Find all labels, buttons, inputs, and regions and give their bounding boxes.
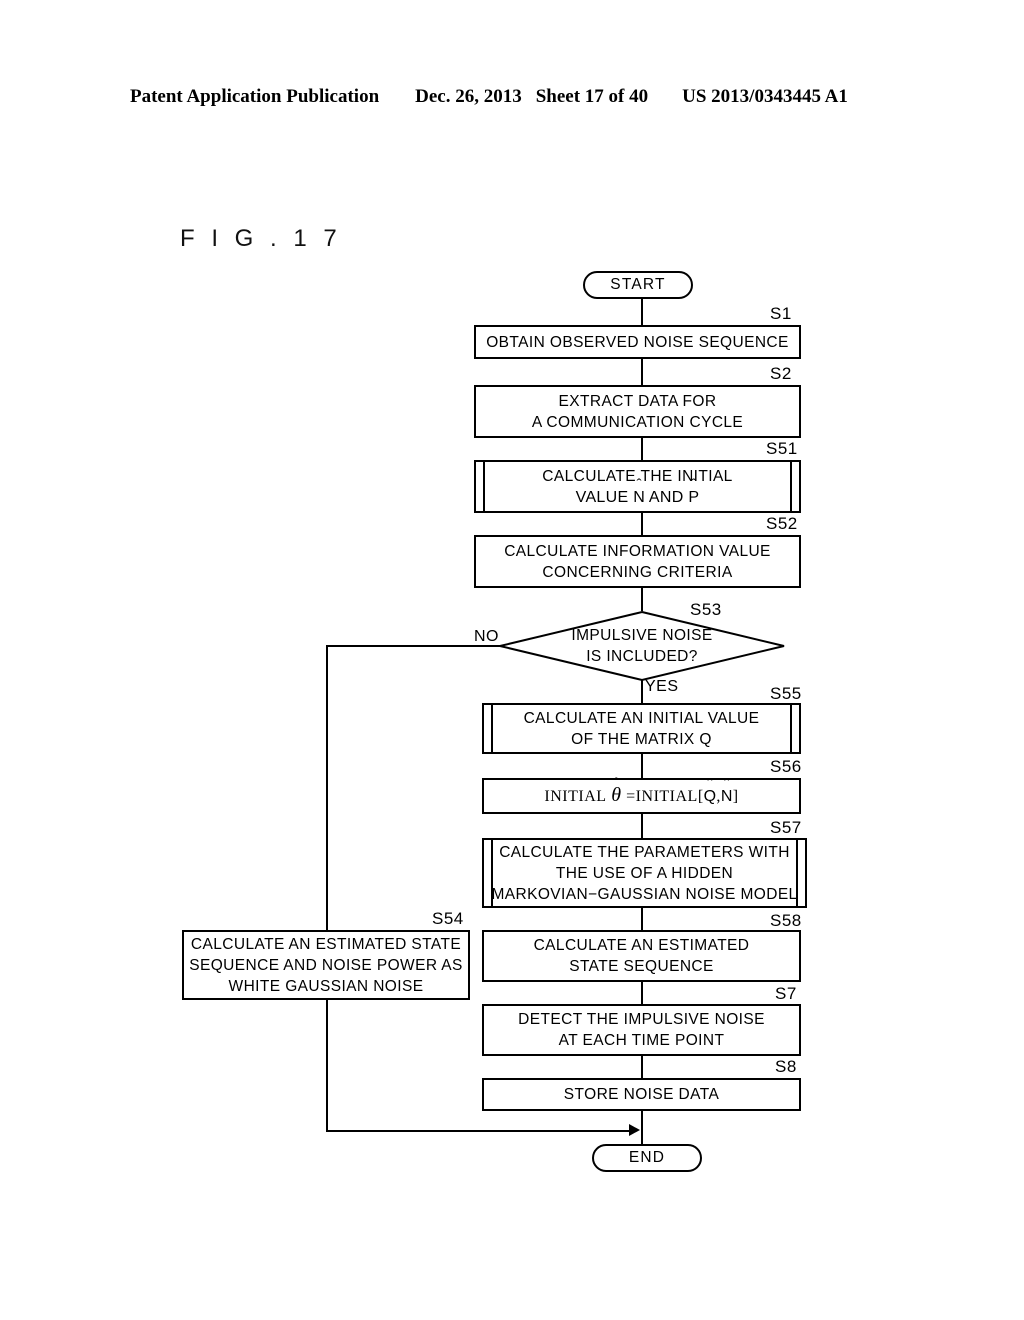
node-s57-line-2: THE USE OF A HIDDEN — [555, 864, 734, 882]
node-s57-line-1: CALCULATE THE PARAMETERS WITH — [499, 843, 790, 861]
connector-s52-to-s53 — [641, 588, 643, 611]
flowchart-node-s1: OBTAIN OBSERVED NOISE SEQUENCE — [474, 325, 801, 359]
node-s54-line-3: WHITE GAUSSIAN NOISE — [228, 977, 424, 995]
node-s2-line-1: EXTRACT DATA FOR — [558, 392, 717, 410]
step-tag-s55: S55 — [770, 684, 802, 703]
start-label: START — [610, 276, 666, 293]
flowchart-node-s53: IMPULSIVE NOISE IS INCLUDED? — [498, 610, 786, 682]
branch-label-no: NO — [474, 628, 499, 645]
node-s58-line-2: STATE SEQUENCE — [569, 958, 714, 975]
connector-s54-return-horizontal — [326, 1130, 632, 1132]
connector-start-to-s1 — [641, 299, 643, 325]
step-tag-s1: S1 — [770, 304, 792, 323]
node-s53-line-2: IS INCLUDED? — [586, 648, 698, 665]
node-s55-line-1: CALCULATE AN INITIAL VALUE — [523, 709, 760, 727]
connector-s1-to-s2 — [641, 359, 643, 385]
node-s51-line-1: CALCULATE THE INITIAL — [542, 467, 733, 485]
connector-s7-to-s8 — [641, 1056, 643, 1079]
flowchart-node-s52: CALCULATE INFORMATION VALUE CONCERNING C… — [474, 535, 801, 588]
end-label: END — [628, 1149, 666, 1166]
patent-figure-page: Patent Application Publication Dec. 26, 2… — [0, 0, 1024, 1320]
flowchart-node-s2: EXTRACT DATA FOR A COMMUNICATION CYCLE — [474, 385, 801, 438]
connector-yes-to-s55 — [641, 680, 643, 703]
flowchart-node-s54: CALCULATE AN ESTIMATED STATE SEQUENCE AN… — [182, 930, 470, 1000]
flowchart-node-s51: CALCULATE THE INITIAL VALUE ̂ N AND ̂ P — [474, 460, 801, 513]
header-date: Dec. 26, 2013 — [415, 86, 522, 107]
node-s7-line-1: DETECT THE IMPULSIVE NOISE — [518, 1011, 765, 1028]
node-s1-line-1: OBTAIN OBSERVED NOISE SEQUENCE — [486, 333, 789, 351]
step-tag-s2: S2 — [770, 364, 792, 383]
flowchart-end-terminator: END — [592, 1144, 702, 1172]
connector-s56-to-s57 — [641, 814, 643, 838]
node-s8-line-1: STORE NOISE DATA — [563, 1086, 720, 1103]
flowchart-node-s55: CALCULATE AN INITIAL VALUE OF THE MATRIX… — [482, 703, 801, 754]
header-sheet: Sheet 17 of 40 — [535, 86, 649, 107]
flowchart-node-s57: CALCULATE THE PARAMETERS WITH THE USE OF… — [482, 838, 807, 908]
connector-s8-to-end — [641, 1111, 643, 1144]
step-tag-s51: S51 — [766, 439, 798, 458]
step-tag-s54: S54 — [432, 909, 464, 928]
node-s54-line-2: SEQUENCE AND NOISE POWER AS — [189, 956, 463, 974]
step-tag-s8: S8 — [775, 1057, 797, 1076]
flowchart-start-terminator: START — [583, 271, 693, 299]
connector-no-vertical-down — [326, 645, 328, 932]
connector-s54-return-vertical — [326, 1000, 328, 1131]
step-tag-s7: S7 — [775, 984, 797, 1003]
node-s7-line-2: AT EACH TIME POINT — [558, 1032, 725, 1049]
connector-s55-to-s56 — [641, 754, 643, 778]
flowchart-node-s56: INITIAL ̂ θ =INITIAL[̂ Q,̂ N] — [482, 774, 801, 814]
connector-s54-return-arrowhead — [629, 1124, 640, 1136]
step-tag-s58: S58 — [770, 911, 802, 930]
node-s52-line-1: CALCULATE INFORMATION VALUE — [504, 542, 771, 560]
node-s52-line-2: CONCERNING CRITERIA — [542, 563, 733, 581]
page-header: Patent Application Publication Dec. 26, 2… — [130, 86, 894, 112]
figure-label: F I G . 1 7 — [180, 225, 342, 252]
node-s51-line-2: VALUE ̂ N AND ̂ P — [575, 476, 700, 506]
node-s55-line-2: OF THE MATRIX Q — [571, 730, 712, 748]
node-s53-line-1: IMPULSIVE NOISE — [571, 627, 713, 644]
flowchart-node-s58: CALCULATE AN ESTIMATED STATE SEQUENCE — [482, 930, 801, 982]
connector-no-horizontal — [326, 645, 501, 647]
node-s54-line-1: CALCULATE AN ESTIMATED STATE — [190, 935, 462, 953]
header-publication: Patent Application Publication — [130, 86, 380, 107]
flowchart-node-s7: DETECT THE IMPULSIVE NOISE AT EACH TIME … — [482, 1004, 801, 1056]
header-publication-number: US 2013/0343445 A1 — [682, 86, 848, 107]
step-tag-s52: S52 — [766, 514, 798, 533]
flowchart-node-s8: STORE NOISE DATA — [482, 1078, 801, 1111]
connector-s58-to-s7 — [641, 982, 643, 1004]
node-s57-line-3: MARKOVIAN−GAUSSIAN NOISE MODEL — [491, 885, 798, 903]
connector-s51-to-s52 — [641, 513, 643, 535]
connector-s57-to-s58 — [641, 908, 643, 930]
branch-label-yes: YES — [645, 678, 679, 695]
node-s2-line-2: A COMMUNICATION CYCLE — [531, 413, 744, 431]
node-s58-line-1: CALCULATE AN ESTIMATED — [533, 937, 750, 954]
connector-s2-to-s51 — [641, 438, 643, 460]
step-tag-s57: S57 — [770, 818, 802, 837]
node-s56-formula: INITIAL ̂ θ =INITIAL[̂ Q,̂ N] — [544, 774, 739, 806]
step-tag-s56: S56 — [770, 757, 802, 776]
